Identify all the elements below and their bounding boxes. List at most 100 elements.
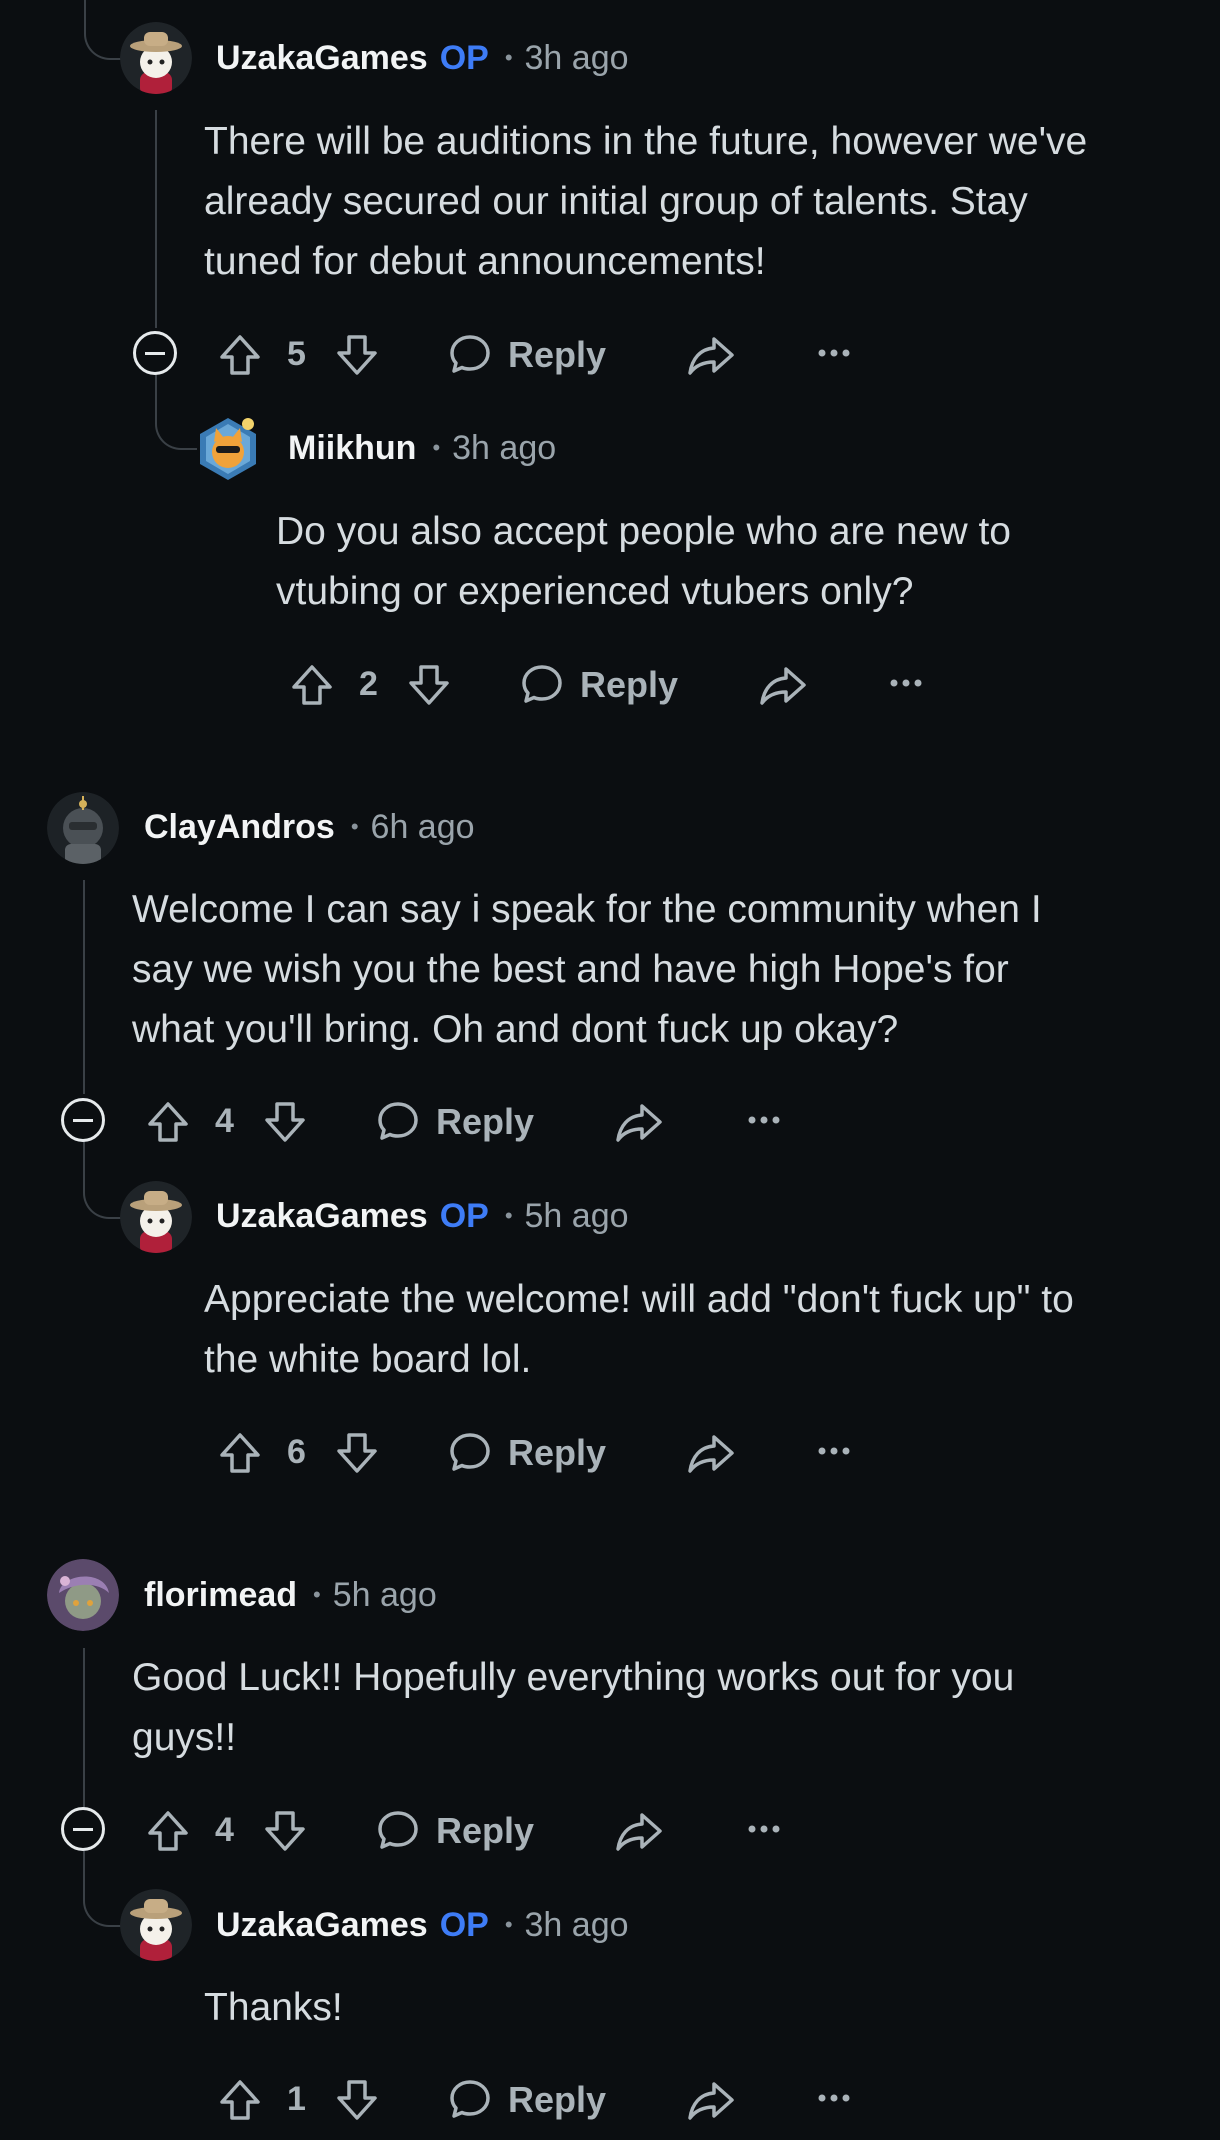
comment-bubble-icon xyxy=(450,1433,490,1471)
timestamp[interactable]: 3h ago xyxy=(525,39,629,78)
comment-line: There will be auditions in the future, h… xyxy=(204,120,1088,163)
timestamp[interactable]: 5h ago xyxy=(525,1197,629,1236)
downvote-icon xyxy=(409,665,449,705)
timestamp[interactable]: 6h ago xyxy=(371,808,475,847)
comment-line: what you'll bring. Oh and dont fuck up o… xyxy=(132,1008,899,1051)
downvote-button[interactable] xyxy=(261,1807,309,1855)
share-icon xyxy=(688,2082,734,2120)
more-options-button[interactable] xyxy=(746,1823,782,1835)
vote-score: 2 xyxy=(359,665,378,703)
reply-label: Reply xyxy=(508,2079,607,2120)
vote-score: 4 xyxy=(215,1811,234,1849)
action-bar: 1 Reply xyxy=(0,2068,1220,2128)
reply-label: Reply xyxy=(580,664,679,705)
upvote-button[interactable] xyxy=(144,1807,192,1855)
op-badge: OP xyxy=(439,1905,489,1944)
downvote-icon xyxy=(337,335,377,375)
comment-line: guys!! xyxy=(132,1716,237,1759)
share-button[interactable] xyxy=(614,1098,664,1146)
comment-line: Do you also accept people who are new to xyxy=(276,510,1011,553)
timestamp[interactable]: 3h ago xyxy=(525,1906,629,1945)
cowboy-avatar[interactable] xyxy=(120,22,192,94)
thread-curve xyxy=(84,0,122,60)
comment-meta: Miikhun • 3h ago xyxy=(288,426,556,470)
cat-avatar[interactable] xyxy=(192,412,264,484)
purple-hair-avatar[interactable] xyxy=(47,1559,119,1631)
downvote-button[interactable] xyxy=(261,1098,309,1146)
share-icon xyxy=(688,1435,734,1473)
comment-bubble-icon xyxy=(450,335,490,373)
upvote-button[interactable] xyxy=(144,1098,192,1146)
separator-dot: • xyxy=(504,1912,513,1937)
thread-line xyxy=(83,880,85,1094)
cowboy-avatar[interactable] xyxy=(120,1889,192,1961)
author-name[interactable]: florimead xyxy=(144,1576,297,1615)
author-name[interactable]: Miikhun xyxy=(288,429,416,468)
downvote-button[interactable] xyxy=(333,1429,381,1477)
reply-label: Reply xyxy=(508,1432,607,1473)
vote-score: 5 xyxy=(287,335,306,373)
comment-meta: UzakaGames OP • 3h ago xyxy=(216,1903,629,1947)
reply-button[interactable]: Reply xyxy=(446,2076,606,2124)
comment-body: There will be auditions in the future, h… xyxy=(204,112,1087,292)
downvote-button[interactable] xyxy=(405,661,453,709)
vote-score: 1 xyxy=(287,2080,306,2118)
upvote-button[interactable] xyxy=(288,661,336,709)
reply-label: Reply xyxy=(436,1810,535,1851)
thread-curve xyxy=(83,1851,123,1927)
upvote-icon xyxy=(292,665,332,705)
share-button[interactable] xyxy=(758,661,808,709)
thread-curve xyxy=(83,1141,123,1219)
share-button[interactable] xyxy=(686,331,736,379)
upvote-button[interactable] xyxy=(216,2076,264,2124)
upvote-button[interactable] xyxy=(216,331,264,379)
share-button[interactable] xyxy=(686,1429,736,1477)
action-bar: 2 Reply xyxy=(0,653,1220,713)
reply-label: Reply xyxy=(436,1101,535,1142)
author-name[interactable]: UzakaGames xyxy=(216,39,428,78)
reply-button[interactable]: Reply xyxy=(446,331,606,379)
knight-avatar[interactable] xyxy=(47,792,119,864)
reply-button[interactable]: Reply xyxy=(446,1429,606,1477)
cowboy-avatar[interactable] xyxy=(120,1181,192,1253)
separator-dot: • xyxy=(432,435,441,460)
op-badge: OP xyxy=(439,38,489,77)
share-icon xyxy=(688,337,734,375)
comment-body: Good Luck!! Hopefully everything works o… xyxy=(132,1648,1014,1768)
upvote-icon xyxy=(148,1811,188,1851)
comment-body: Appreciate the welcome! will add "don't … xyxy=(204,1270,1074,1390)
comment-bubble-icon xyxy=(378,1102,418,1140)
more-options-button[interactable] xyxy=(888,677,924,689)
reply-button[interactable]: Reply xyxy=(374,1807,534,1855)
share-button[interactable] xyxy=(614,1807,664,1855)
comment-body: Do you also accept people who are new to… xyxy=(276,502,1011,622)
comment-line: already secured our initial group of tal… xyxy=(204,180,1028,223)
comment-line: tuned for debut announcements! xyxy=(204,240,766,283)
more-options-button[interactable] xyxy=(746,1114,782,1126)
separator-dot: • xyxy=(350,814,359,839)
comment-line: say we wish you the best and have high H… xyxy=(132,948,1009,991)
timestamp[interactable]: 3h ago xyxy=(452,429,556,468)
upvote-button[interactable] xyxy=(216,1429,264,1477)
thread-line xyxy=(83,1648,85,1808)
comment-meta: UzakaGames OP • 3h ago xyxy=(216,36,629,80)
reply-button[interactable]: Reply xyxy=(374,1098,534,1146)
comment-meta: ClayAndros • 6h ago xyxy=(144,805,475,849)
ellipsis-icon xyxy=(818,1447,850,1455)
downvote-button[interactable] xyxy=(333,2076,381,2124)
share-button[interactable] xyxy=(686,2076,736,2124)
upvote-icon xyxy=(220,2080,260,2120)
more-options-button[interactable] xyxy=(816,1445,852,1457)
downvote-button[interactable] xyxy=(333,331,381,379)
timestamp[interactable]: 5h ago xyxy=(333,1576,437,1615)
author-name[interactable]: ClayAndros xyxy=(144,808,335,847)
author-name[interactable]: UzakaGames xyxy=(216,1197,428,1236)
reply-button[interactable]: Reply xyxy=(518,661,678,709)
share-icon xyxy=(760,667,806,705)
upvote-icon xyxy=(148,1102,188,1142)
more-options-button[interactable] xyxy=(816,2092,852,2104)
author-name[interactable]: UzakaGames xyxy=(216,1906,428,1945)
downvote-icon xyxy=(265,1102,305,1142)
action-bar: 5 Reply xyxy=(0,323,1220,383)
more-options-button[interactable] xyxy=(816,347,852,359)
